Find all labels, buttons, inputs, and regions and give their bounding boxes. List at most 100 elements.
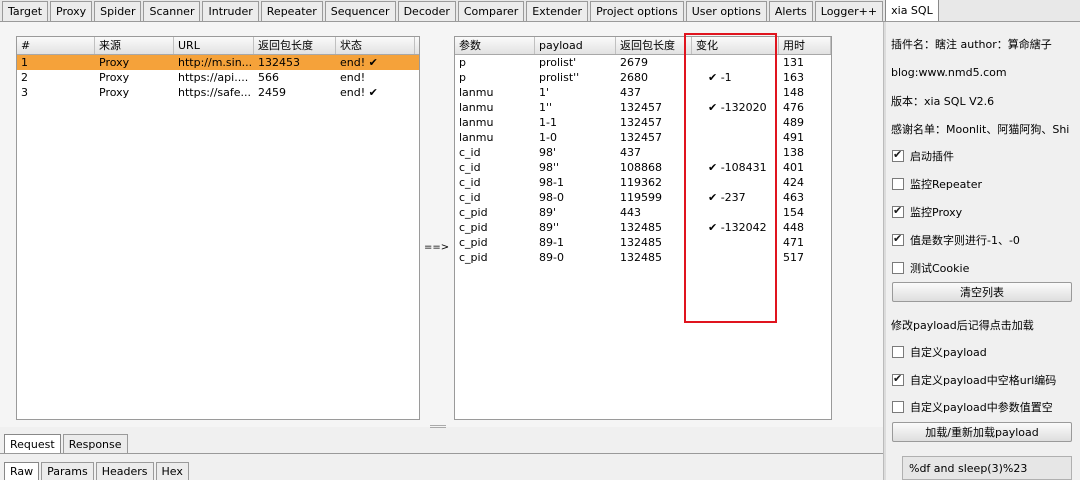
load-payload-button[interactable]: 加载/重新加载payload: [892, 422, 1072, 442]
tab-raw[interactable]: Raw: [4, 462, 40, 480]
cell-param: c_id: [459, 161, 481, 174]
table-row[interactable]: c_id 98'' 108868 ✔ -108431 401: [455, 160, 831, 175]
clear-list-button[interactable]: 清空列表: [892, 282, 1072, 302]
cell-param: c_pid: [459, 206, 488, 219]
cell-index: 1: [21, 56, 28, 69]
cell-index: 3: [21, 86, 28, 99]
table-row[interactable]: 1 Proxy http://m.sin... 132453 end! ✔: [17, 55, 419, 70]
checkbox-icon[interactable]: [892, 262, 904, 274]
table-row[interactable]: lanmu 1' 437 148: [455, 85, 831, 100]
cell-param: c_id: [459, 191, 481, 204]
column-header-time[interactable]: 用时: [779, 37, 831, 54]
cell-length: 119362: [620, 176, 662, 189]
column-header-status[interactable]: 状态: [336, 37, 415, 54]
table-row[interactable]: c_id 98' 437 138: [455, 145, 831, 160]
column-header-url[interactable]: URL: [174, 37, 254, 54]
column-header-length[interactable]: 返回包长度: [616, 37, 692, 54]
table-row[interactable]: c_id 98-1 119362 424: [455, 175, 831, 190]
table-row[interactable]: c_pid 89-1 132485 471: [455, 235, 831, 250]
tab-extender[interactable]: Extender: [526, 1, 589, 21]
cell-time: 401: [783, 161, 804, 174]
numeric-test-checkbox[interactable]: 值是数字则进行-1、-0: [892, 232, 1020, 248]
table-row[interactable]: c_pid 89' 443 154: [455, 205, 831, 220]
table-row[interactable]: c_pid 89'' 132485 ✔ -132042 448: [455, 220, 831, 235]
column-header-source[interactable]: 来源: [95, 37, 174, 54]
test-cookie-checkbox[interactable]: 测试Cookie: [892, 260, 969, 276]
table-header: # 来源 URL 返回包长度 状态: [17, 37, 419, 55]
custom-payload-urlencode-checkbox[interactable]: 自定义payload中空格url编码: [892, 372, 1056, 388]
cell-time: 154: [783, 206, 804, 219]
cell-length: 132485: [620, 236, 662, 249]
tab-xia-sql[interactable]: xia SQL: [885, 0, 939, 21]
table-row[interactable]: p prolist' 2679 131: [455, 55, 831, 70]
cell-length: 132485: [620, 221, 662, 234]
tab-headers[interactable]: Headers: [95, 462, 154, 480]
tab-sequencer[interactable]: Sequencer: [324, 1, 396, 21]
column-header-payload[interactable]: payload: [535, 37, 616, 54]
cell-length: 132457: [620, 116, 662, 129]
monitor-repeater-checkbox[interactable]: 监控Repeater: [892, 176, 982, 192]
cell-url: https://safe...: [178, 86, 252, 99]
tab-repeater[interactable]: Repeater: [260, 1, 323, 21]
column-header-param[interactable]: 参数: [455, 37, 535, 54]
cell-time: 476: [783, 101, 804, 114]
payload-hint-label: 修改payload后记得点击加载: [891, 319, 1034, 332]
tab-hex[interactable]: Hex: [155, 462, 189, 480]
tab-project-options[interactable]: Project options: [590, 1, 684, 21]
custom-payload-textarea[interactable]: %df and sleep(3)%23: [902, 456, 1072, 480]
tab-request[interactable]: Request: [4, 434, 61, 453]
tab-alerts[interactable]: Alerts: [768, 1, 813, 21]
split-pane-handle[interactable]: [430, 425, 446, 428]
checkbox-icon[interactable]: [892, 148, 904, 162]
custom-payload-checkbox[interactable]: 自定义payload: [892, 344, 987, 360]
cell-payload: 89-0: [539, 251, 564, 264]
custom-payload-empty-checkbox[interactable]: 自定义payload中参数值置空: [892, 399, 1053, 415]
top-tab-bar: Target Proxy Spider Scanner Intruder Rep…: [0, 0, 1080, 22]
tab-scanner[interactable]: Scanner: [143, 1, 201, 21]
cell-time: 489: [783, 116, 804, 129]
cell-length: 437: [620, 146, 641, 159]
tab-proxy[interactable]: Proxy: [50, 1, 93, 21]
table-row[interactable]: p prolist'' 2680 ✔ -1 163: [455, 70, 831, 85]
cell-payload: 1-0: [539, 131, 557, 144]
table-row[interactable]: lanmu 1'' 132457 ✔ -132020 476: [455, 100, 831, 115]
cell-payload: 89-1: [539, 236, 564, 249]
tab-logger[interactable]: Logger++: [814, 1, 884, 21]
tab-intruder[interactable]: Intruder: [202, 1, 259, 21]
table-row[interactable]: c_pid 89-0 132485 517: [455, 250, 831, 265]
checkbox-icon[interactable]: [892, 204, 904, 218]
cell-param: p: [459, 71, 466, 84]
tab-decoder[interactable]: Decoder: [397, 1, 456, 21]
cell-url: http://m.sin...: [178, 56, 253, 69]
checkbox-icon[interactable]: [892, 232, 904, 246]
table-row[interactable]: lanmu 1-1 132457 489: [455, 115, 831, 130]
tab-target[interactable]: Target: [2, 1, 49, 21]
tab-comparer[interactable]: Comparer: [457, 1, 525, 21]
checkbox-icon[interactable]: [892, 401, 904, 413]
checkbox-icon[interactable]: [892, 372, 904, 386]
table-row[interactable]: lanmu 1-0 132457 491: [455, 130, 831, 145]
tab-spider[interactable]: Spider: [94, 1, 142, 21]
checkbox-label: 测试Cookie: [910, 262, 970, 275]
tab-params[interactable]: Params: [41, 462, 94, 480]
cell-source: Proxy: [99, 56, 130, 69]
column-header-length[interactable]: 返回包长度: [254, 37, 336, 54]
enable-plugin-checkbox[interactable]: 启动插件: [892, 148, 954, 164]
column-header-index[interactable]: #: [17, 37, 95, 54]
checkbox-icon[interactable]: [892, 346, 904, 358]
table-row[interactable]: c_id 98-0 119599 ✔ -237 463: [455, 190, 831, 205]
column-header-change[interactable]: 变化: [692, 37, 779, 54]
cell-change: [692, 235, 779, 250]
cell-param: c_pid: [459, 251, 488, 264]
checkbox-icon[interactable]: [892, 178, 904, 190]
tab-response[interactable]: Response: [62, 434, 128, 453]
monitor-proxy-checkbox[interactable]: 监控Proxy: [892, 204, 962, 220]
cell-source: Proxy: [99, 71, 130, 84]
cell-length: 132457: [620, 131, 662, 144]
request-response-tabs: Request Response: [0, 432, 883, 454]
xia-sql-main-area: # 来源 URL 返回包长度 状态 1 Proxy http://m.sin..…: [0, 22, 883, 427]
table-row[interactable]: 3 Proxy https://safe... 2459 end! ✔: [17, 85, 419, 100]
table-row[interactable]: 2 Proxy https://api.... 566 end!: [17, 70, 419, 85]
cell-index: 2: [21, 71, 28, 84]
tab-user-options[interactable]: User options: [685, 1, 767, 21]
